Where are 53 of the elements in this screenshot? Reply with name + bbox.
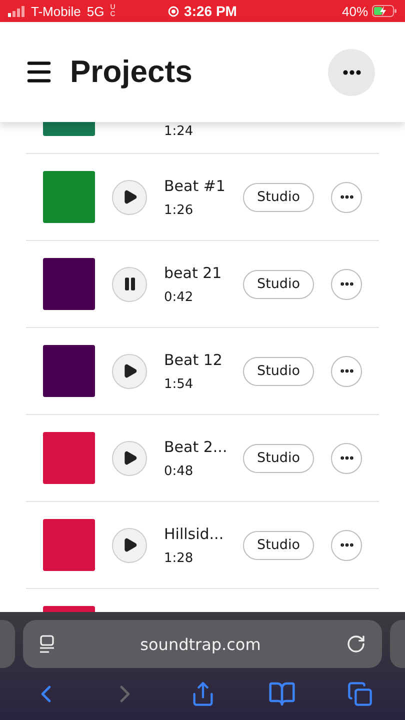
page-title: Projects: [70, 54, 194, 90]
more-button[interactable]: [331, 530, 362, 560]
studio-button[interactable]: Studio: [243, 356, 314, 386]
project-title[interactable]: Beat 2...: [164, 438, 243, 456]
clock-time: 3:26 PM: [184, 3, 237, 19]
play-button[interactable]: [112, 440, 147, 476]
battery-charging-icon: [372, 5, 398, 17]
record-icon: [168, 6, 180, 16]
more-button[interactable]: [331, 182, 362, 212]
project-duration: 0:48: [164, 464, 194, 478]
studio-button[interactable]: Studio: [243, 444, 314, 472]
project-thumbnail[interactable]: [43, 519, 95, 571]
play-button[interactable]: [112, 354, 147, 388]
more-button[interactable]: [328, 48, 375, 96]
project-thumbnail[interactable]: [43, 432, 95, 484]
play-icon: [122, 450, 138, 466]
project-duration: 1:54: [164, 376, 194, 392]
play-button[interactable]: [112, 528, 147, 562]
project-duration: 0:42: [164, 290, 194, 304]
play-icon: [122, 189, 138, 205]
tabs-button[interactable]: [347, 681, 374, 707]
project-title[interactable]: Beat #1: [164, 176, 243, 194]
book-icon: [268, 680, 296, 708]
project-title[interactable]: Hillsid...: [164, 524, 243, 542]
play-button[interactable]: [112, 180, 147, 214]
play-icon: [122, 537, 138, 553]
studio-button[interactable]: Studio: [243, 530, 314, 560]
project-thumbnail[interactable]: [43, 345, 95, 397]
tabs-icon: [347, 681, 374, 707]
project-title[interactable]: Beat 12: [164, 350, 243, 368]
more-icon: [342, 70, 360, 74]
more-button[interactable]: [331, 442, 362, 474]
project-duration: 1:26: [164, 202, 194, 218]
project-duration: 1:24: [164, 124, 194, 139]
studio-button[interactable]: Studio: [243, 182, 314, 212]
reload-icon[interactable]: [346, 634, 366, 654]
studio-button[interactable]: Studio: [243, 270, 314, 298]
project-thumbnail[interactable]: [43, 171, 95, 223]
network-type: 5G: [86, 4, 104, 18]
reader-icon[interactable]: [39, 635, 55, 653]
project-title[interactable]: beat 21: [164, 264, 243, 282]
carrier-name: T-Mobile: [31, 4, 81, 18]
project-duration: 1:28: [164, 550, 194, 566]
pause-button[interactable]: [112, 266, 147, 302]
bookmarks-button[interactable]: [268, 680, 296, 708]
more-button[interactable]: [331, 268, 362, 300]
project-thumbnail[interactable]: [43, 258, 95, 310]
battery-percent: 40%: [342, 4, 368, 18]
signal-icon: [8, 6, 25, 16]
url-text: soundtrap.com: [139, 634, 262, 654]
play-icon: [122, 363, 138, 379]
more-button[interactable]: [331, 356, 362, 386]
address-bar[interactable]: soundtrap.com: [23, 620, 382, 668]
